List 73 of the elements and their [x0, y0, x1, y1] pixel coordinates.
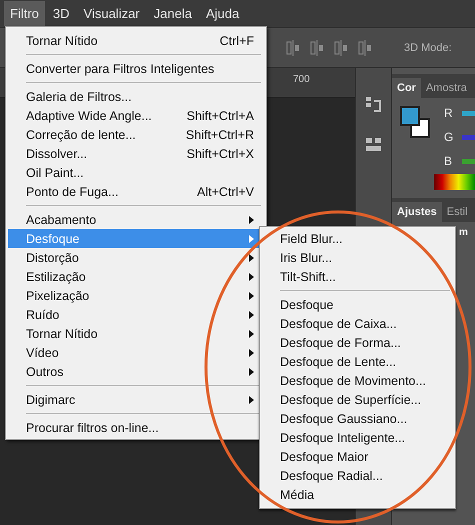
- menu-item[interactable]: Desfoque Gaussiano...: [262, 409, 418, 428]
- channel-slider[interactable]: [462, 134, 475, 140]
- shortcut-text: Alt+Ctrl+V: [197, 184, 254, 198]
- menu-item[interactable]: Procurar filtros on-line...: [8, 418, 169, 437]
- submenu-arrow-icon: [249, 396, 254, 404]
- submenu-arrow-icon: [249, 216, 254, 224]
- menu-title[interactable]: Janela: [148, 1, 198, 26]
- menu-item[interactable]: Desfoque de Forma...: [262, 333, 411, 352]
- panel-tab[interactable]: Cor: [392, 78, 421, 98]
- menu-item[interactable]: Desfoque Radial...: [262, 466, 393, 485]
- submenu-item[interactable]: Estilização: [8, 267, 264, 286]
- menu-item[interactable]: Desfoque de Movimento...: [262, 371, 436, 390]
- mode-label: 3D Mode:: [404, 42, 452, 54]
- submenu-arrow-icon: [249, 368, 254, 376]
- menu-title[interactable]: Ajuda: [200, 1, 246, 26]
- panel-tab[interactable]: Ajustes: [392, 202, 442, 222]
- align-icon[interactable]: [310, 40, 324, 56]
- ruler-label: 700: [293, 74, 310, 85]
- menu-title[interactable]: Filtro: [4, 1, 45, 26]
- shortcut-text: Shift+Ctrl+A: [186, 108, 254, 122]
- submenu-arrow-icon: [249, 330, 254, 338]
- channel-slider[interactable]: [462, 110, 475, 116]
- menu-item[interactable]: Desfoque de Lente...: [262, 352, 406, 371]
- menu-item[interactable]: Galeria de Filtros...: [8, 87, 142, 106]
- shortcut-text: Ctrl+F: [220, 34, 254, 48]
- submenu-arrow-icon: [249, 310, 254, 318]
- submenu-item[interactable]: Ruído: [8, 305, 264, 324]
- menu-item[interactable]: Média: [262, 485, 324, 504]
- history-icon[interactable]: [364, 96, 382, 114]
- submenu-item[interactable]: Vídeo: [8, 343, 264, 362]
- submenu-item[interactable]: Distorção: [8, 248, 264, 267]
- menu-item[interactable]: Field Blur...: [262, 229, 353, 248]
- panel-heading: m: [459, 227, 468, 238]
- menu-item[interactable]: Desfoque: [262, 295, 344, 314]
- color-swatches[interactable]: [400, 106, 432, 140]
- panel-tab[interactable]: Amostra: [420, 78, 472, 98]
- panel-tab[interactable]: Estil: [442, 202, 473, 222]
- submenu-arrow-icon: [249, 348, 254, 356]
- color-spectrum[interactable]: [434, 174, 475, 190]
- submenu-item[interactable]: Digimarc: [8, 390, 264, 409]
- menu-item[interactable]: Ponto de Fuga... Alt+Ctrl+V: [8, 182, 264, 201]
- align-icon[interactable]: [286, 40, 300, 56]
- menu-item[interactable]: Desfoque Inteligente...: [262, 428, 416, 447]
- menu-item[interactable]: Adaptive Wide Angle... Shift+Ctrl+A: [8, 106, 264, 125]
- submenu-arrow-icon: [249, 292, 254, 300]
- channel-label: B: [444, 154, 452, 168]
- channel-label: R: [444, 106, 452, 120]
- menu-item[interactable]: Oil Paint...: [8, 163, 94, 182]
- menu-item[interactable]: Converter para Filtros Inteligentes: [8, 59, 224, 78]
- shortcut-text: Shift+Ctrl+R: [186, 128, 254, 142]
- align-icon[interactable]: [358, 40, 372, 56]
- properties-icon[interactable]: [364, 136, 382, 154]
- menu-item[interactable]: Desfoque de Caixa...: [262, 314, 407, 333]
- submenu-item[interactable]: Outros: [8, 362, 264, 381]
- menu-item[interactable]: Desfoque de Superfície...: [262, 390, 432, 409]
- submenu-item[interactable]: Acabamento: [8, 210, 264, 229]
- submenu-arrow-icon: [249, 234, 254, 242]
- channel-label: G: [444, 130, 452, 144]
- menu-item[interactable]: Dissolver... Shift+Ctrl+X: [8, 144, 264, 163]
- submenu-item[interactable]: Pixelização: [8, 286, 264, 305]
- shortcut-text: Shift+Ctrl+X: [186, 146, 254, 160]
- menu-item[interactable]: Correção de lente... Shift+Ctrl+R: [8, 125, 264, 144]
- channel-slider[interactable]: [462, 158, 475, 164]
- align-icon[interactable]: [334, 40, 348, 56]
- menu-title[interactable]: 3D: [46, 1, 76, 26]
- menu-item[interactable]: Desfoque Maior: [262, 447, 378, 466]
- menu-item[interactable]: Iris Blur...: [262, 248, 342, 267]
- menu-title[interactable]: Visualizar: [78, 1, 146, 26]
- submenu-arrow-icon: [249, 272, 254, 280]
- menu-item[interactable]: Tornar Nítido Ctrl+F: [8, 31, 264, 50]
- menu-item[interactable]: Tilt-Shift...: [262, 267, 346, 286]
- submenu-arrow-icon: [249, 254, 254, 262]
- submenu-item[interactable]: Tornar Nítido: [8, 324, 264, 343]
